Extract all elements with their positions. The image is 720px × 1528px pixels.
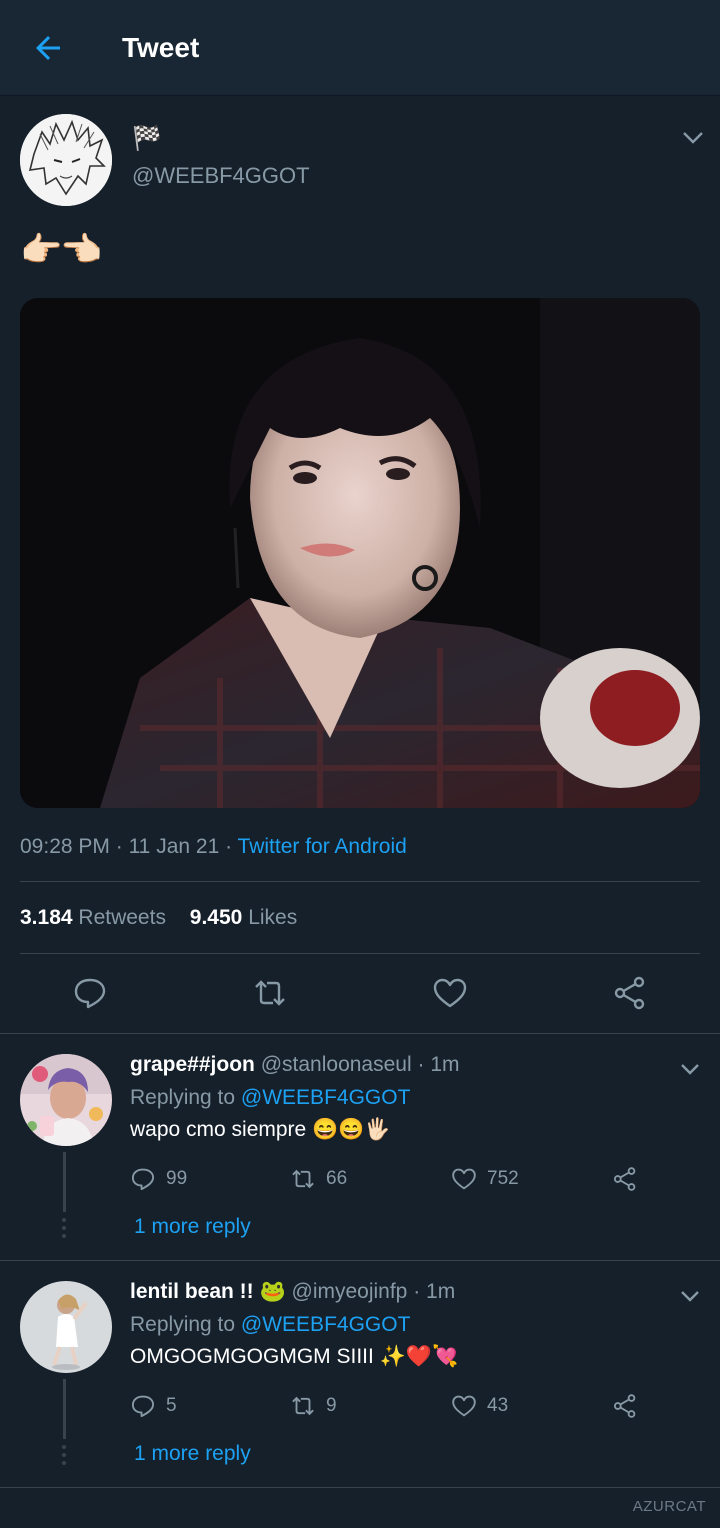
replying-to-link[interactable]: @WEEBF4GGOT [241, 1313, 411, 1336]
divider [0, 1033, 720, 1034]
retweet-action[interactable]: 66 [290, 1166, 347, 1192]
reply-author-handle[interactable]: @imyeojinfp [292, 1280, 408, 1303]
more-replies-link[interactable]: 1 more reply [134, 1442, 251, 1466]
reply-header: lentil bean !! 🐸 @imyeojinfp · 1m [130, 1280, 455, 1304]
like-action[interactable]: 752 [451, 1166, 519, 1192]
share-action[interactable] [612, 1393, 648, 1419]
thread-dots [62, 1445, 67, 1469]
retweet-icon [292, 1396, 314, 1416]
more-replies-link[interactable]: 1 more reply [134, 1215, 251, 1239]
meta-separator: · [225, 835, 238, 858]
reply-icon [131, 1168, 155, 1191]
thread-line [63, 1379, 66, 1439]
like-action[interactable]: 43 [451, 1393, 508, 1419]
page-title: Tweet [122, 32, 200, 63]
tweet-client-link[interactable]: Twitter for Android [238, 835, 407, 858]
replying-to-line: Replying to @WEEBF4GGOT [130, 1086, 410, 1110]
like-count: 752 [487, 1168, 519, 1189]
reply-time: 1m [426, 1280, 456, 1303]
replying-to-prefix: Replying to [130, 1086, 236, 1109]
reply-header: grape##joon @stanloonaseul · 1m [130, 1053, 460, 1077]
reply-author-name[interactable]: grape##joon [130, 1053, 255, 1076]
author-handle[interactable]: @WEEBF4GGOT [132, 163, 310, 189]
reply-text: OMGOGMGOGMGM SIIII ✨❤️💘 [130, 1345, 459, 1368]
like-icon [452, 1168, 476, 1190]
reply-action[interactable]: 5 [130, 1393, 177, 1419]
reply-count: 99 [166, 1168, 188, 1189]
share-icon [613, 1394, 636, 1418]
tweet-time: 09:28 PM [20, 835, 110, 858]
author-display-name[interactable]: 🏁 [132, 124, 162, 153]
tweet-date: 11 Jan 21 [128, 835, 220, 858]
retweet-count: 66 [326, 1168, 348, 1189]
reply-icon [131, 1395, 155, 1418]
divider [20, 881, 700, 882]
chevron-down-icon[interactable] [680, 1062, 700, 1076]
divider [0, 1260, 720, 1261]
likes-stat[interactable]: 9.450 Likes [190, 906, 297, 929]
tweet-stats: 3.184 Retweets 9.450 Likes [20, 906, 297, 930]
share-icon[interactable] [612, 975, 648, 1011]
chevron-down-icon[interactable] [682, 130, 704, 146]
share-action[interactable] [612, 1166, 648, 1192]
divider [20, 953, 700, 954]
share-icon [613, 1167, 636, 1191]
reply-text: wapo cmo siempre 😄😄🖐🏻 [130, 1118, 391, 1141]
likes-label: Likes [248, 906, 298, 929]
retweet-total: 3.184 [20, 906, 73, 929]
tweet-photo[interactable] [20, 298, 700, 808]
thread-dots [62, 1218, 67, 1242]
retweets-label: Retweets [78, 906, 166, 929]
reply-avatar[interactable] [20, 1054, 112, 1146]
chevron-down-icon[interactable] [680, 1289, 700, 1303]
author-avatar[interactable] [20, 114, 112, 206]
retweets-stat[interactable]: 3.184 Retweets [20, 906, 166, 929]
header-separator: · [417, 1053, 431, 1076]
like-total: 9.450 [189, 906, 243, 929]
reply-avatar[interactable] [20, 1281, 112, 1373]
reply-count: 5 [166, 1395, 177, 1416]
like-count: 43 [487, 1395, 509, 1416]
top-app-bar: Tweet [0, 0, 720, 96]
meta-separator: · [115, 835, 129, 858]
retweet-icon[interactable] [252, 975, 288, 1011]
like-icon [452, 1395, 476, 1417]
tweet-text: 👉🏻👈🏻 [20, 231, 103, 269]
reply-action[interactable]: 99 [130, 1166, 187, 1192]
arrow-left-icon[interactable] [30, 30, 66, 66]
replying-to-line: Replying to @WEEBF4GGOT [130, 1313, 410, 1337]
retweet-icon [292, 1169, 314, 1189]
retweet-count: 9 [326, 1395, 337, 1416]
header-separator: · [413, 1280, 427, 1303]
reply-time: 1m [430, 1053, 460, 1076]
reply-icon[interactable] [72, 975, 108, 1011]
replying-to-link[interactable]: @WEEBF4GGOT [241, 1086, 411, 1109]
retweet-action[interactable]: 9 [290, 1393, 337, 1419]
like-icon[interactable] [432, 975, 468, 1011]
tweet-meta: 09:28 PM · 11 Jan 21 · Twitter for Andro… [20, 835, 407, 859]
reply-author-handle[interactable]: @stanloonaseul [261, 1053, 412, 1076]
thread-line [63, 1152, 66, 1212]
divider [0, 1487, 720, 1488]
reply-author-name[interactable]: lentil bean !! 🐸 [130, 1280, 286, 1303]
replying-to-prefix: Replying to [130, 1313, 236, 1336]
watermark: AZURCAT [632, 1498, 706, 1515]
